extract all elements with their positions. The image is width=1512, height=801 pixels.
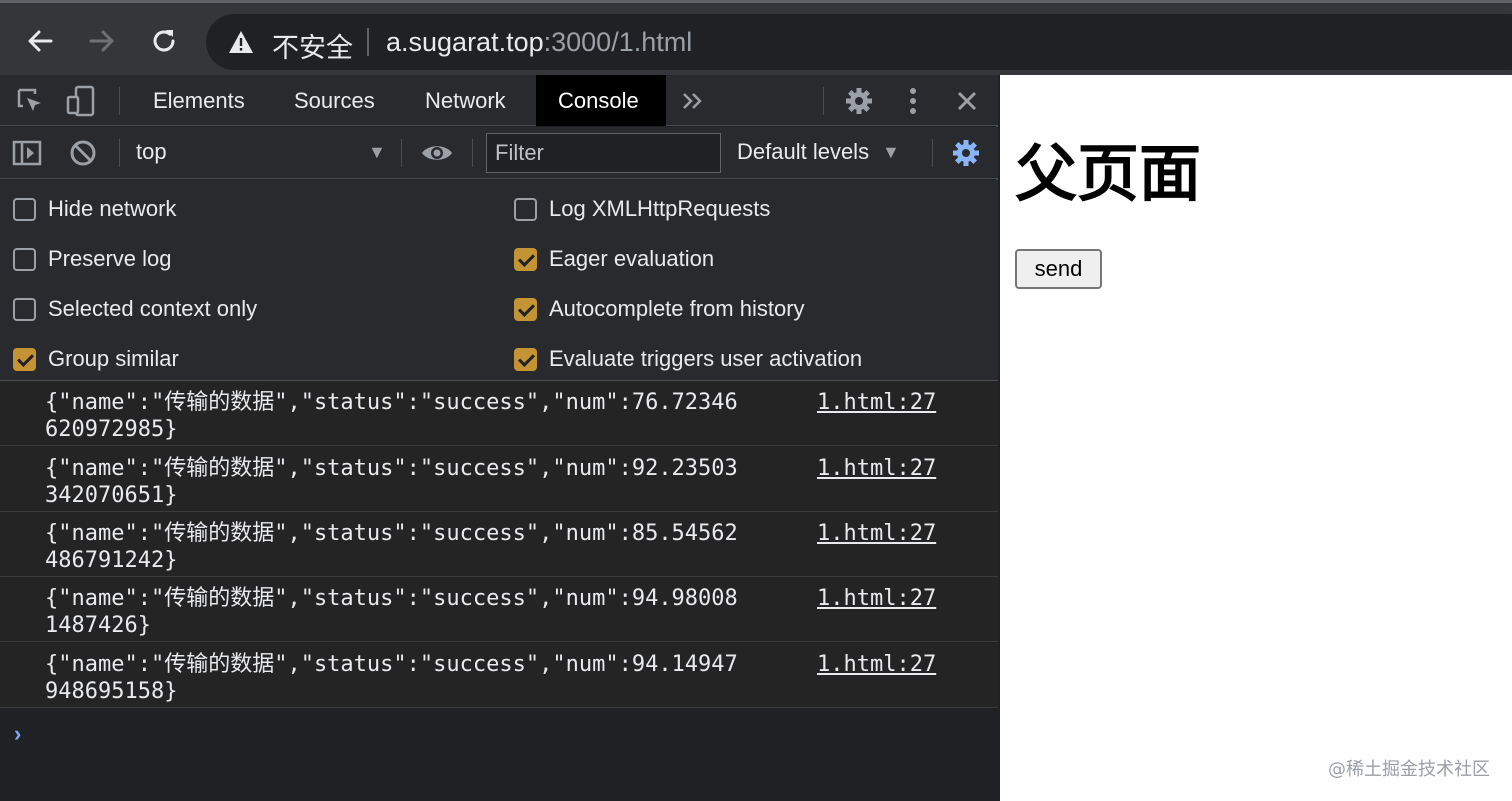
selected-context-checkbox[interactable] [13, 297, 36, 321]
gear-icon [846, 88, 872, 114]
watermark: @稀土掘金技术社区 [1328, 759, 1490, 780]
console-message: {"name":"传输的数据","status":"success","num"… [0, 643, 998, 708]
log-xhr-checkbox[interactable] [514, 197, 537, 221]
message-source-link[interactable]: 1.html:27 [817, 651, 936, 678]
devtools-tab-strip: Elements Sources Network Console [0, 75, 998, 126]
console-toolbar: top ▼ Default levels ▼ [0, 127, 998, 179]
back-arrow-icon [28, 30, 53, 52]
forward-arrow-icon [89, 30, 114, 52]
console-log: {"name":"传输的数据","status":"success","num"… [0, 381, 998, 801]
send-button[interactable]: send [1015, 249, 1102, 289]
group-similar-checkbox[interactable] [13, 347, 36, 371]
option-group-similar[interactable]: Group similar [13, 344, 179, 374]
devtools-panel: Elements Sources Network Console top ▼ F… [0, 75, 998, 801]
device-toggle-icon [66, 85, 95, 117]
console-settings-button[interactable] [948, 135, 984, 171]
autocomplete-history-checkbox[interactable] [514, 297, 537, 321]
log-levels-label: Default levels [737, 139, 870, 164]
toolbar-divider-4 [932, 139, 933, 167]
option-selected-context[interactable]: Selected context only [13, 294, 257, 324]
url-host: a.sugarat.top [386, 27, 544, 57]
kebab-menu-icon [910, 88, 916, 114]
devtools-menu-button[interactable] [900, 84, 926, 118]
reload-icon [153, 30, 175, 52]
option-eager-evaluation[interactable]: Eager evaluation [514, 244, 714, 274]
option-label: Preserve log [48, 246, 172, 271]
tab-console[interactable]: Console [536, 75, 666, 126]
evaluate-triggers-checkbox[interactable] [514, 347, 537, 371]
eager-evaluation-checkbox[interactable] [514, 247, 537, 271]
console-message: {"name":"传输的数据","status":"success","num"… [0, 381, 998, 446]
warning-icon [229, 31, 253, 53]
console-message: {"name":"传输的数据","status":"success","num"… [0, 447, 998, 512]
inspect-icon [17, 88, 41, 111]
tab-divider [119, 87, 120, 115]
toolbar-divider [119, 139, 120, 167]
chevron-down-icon: ▼ [368, 142, 386, 162]
inspect-element-button[interactable] [14, 85, 46, 117]
page-title: 父页面 [1015, 137, 1202, 210]
option-label: Group similar [48, 346, 179, 371]
message-text: {"name":"传输的数据","status":"success","num"… [45, 456, 738, 508]
back-button[interactable] [20, 21, 60, 61]
option-label: Eager evaluation [549, 246, 715, 271]
live-expression-button[interactable] [418, 137, 456, 169]
more-tabs-icon [683, 93, 702, 109]
console-settings-pane: Hide network Preserve log Selected conte… [0, 180, 998, 381]
option-label: Hide network [48, 196, 177, 221]
tab-sources[interactable]: Sources [272, 75, 397, 126]
message-source-link[interactable]: 1.html:27 [817, 585, 936, 612]
devtools-settings-button[interactable] [842, 84, 876, 118]
option-evaluate-triggers[interactable]: Evaluate triggers user activation [514, 344, 862, 374]
close-devtools-button[interactable] [950, 84, 984, 118]
option-preserve-log[interactable]: Preserve log [13, 244, 172, 274]
tab-elements[interactable]: Elements [131, 75, 267, 126]
toolbar-divider-2 [401, 139, 402, 167]
more-tabs-button[interactable] [678, 85, 706, 117]
toolbar-divider-3 [472, 139, 473, 167]
option-label: Selected context only [48, 296, 258, 321]
device-toolbar-button[interactable] [64, 84, 98, 118]
sidebar-icon [12, 140, 42, 166]
address-separator [367, 28, 369, 56]
forward-button[interactable] [82, 21, 122, 61]
close-icon [957, 91, 977, 111]
show-sidebar-button[interactable] [10, 137, 44, 169]
message-text: {"name":"传输的数据","status":"success","num"… [45, 652, 738, 704]
message-source-link[interactable]: 1.html:27 [817, 455, 936, 482]
option-label: Log XMLHttpRequests [549, 196, 771, 221]
console-prompt-input[interactable]: › [14, 721, 21, 747]
preserve-log-checkbox[interactable] [13, 247, 36, 271]
browser-toolbar: 不安全 a.sugarat.top:3000/1.html [0, 0, 1512, 75]
security-label[interactable]: 不安全 [272, 26, 353, 65]
page-viewport: 父页面 send @稀土掘金技术社区 [1000, 75, 1512, 801]
context-label: top [136, 139, 167, 164]
settings-gear-icon [953, 140, 979, 166]
message-text: {"name":"传输的数据","status":"success","num"… [45, 521, 738, 573]
message-text: {"name":"传输的数据","status":"success","num"… [45, 390, 738, 442]
option-label: Evaluate triggers user activation [549, 346, 863, 371]
reload-button[interactable] [144, 21, 184, 61]
eye-icon [422, 146, 452, 160]
tab-divider-right [823, 87, 824, 115]
message-source-link[interactable]: 1.html:27 [817, 389, 936, 416]
clear-console-button[interactable] [66, 136, 100, 170]
address-bar[interactable]: 不安全 a.sugarat.top:3000/1.html [206, 14, 1512, 70]
console-message: {"name":"传输的数据","status":"success","num"… [0, 577, 998, 642]
url-text[interactable]: a.sugarat.top:3000/1.html [386, 27, 692, 58]
option-hide-network[interactable]: Hide network [13, 194, 176, 224]
clear-icon [70, 140, 96, 166]
option-log-xhr[interactable]: Log XMLHttpRequests [514, 194, 770, 224]
hide-network-checkbox[interactable] [13, 197, 36, 221]
message-text: {"name":"传输的数据","status":"success","num"… [45, 586, 738, 638]
message-source-link[interactable]: 1.html:27 [817, 520, 936, 547]
option-autocomplete-history[interactable]: Autocomplete from history [514, 294, 805, 324]
filter-input[interactable] [486, 133, 721, 173]
console-message: {"name":"传输的数据","status":"success","num"… [0, 512, 998, 577]
option-label: Autocomplete from history [549, 296, 805, 321]
chevron-down-icon: ▼ [882, 142, 900, 162]
url-path: :3000/1.html [543, 27, 693, 57]
tab-network[interactable]: Network [403, 75, 528, 126]
